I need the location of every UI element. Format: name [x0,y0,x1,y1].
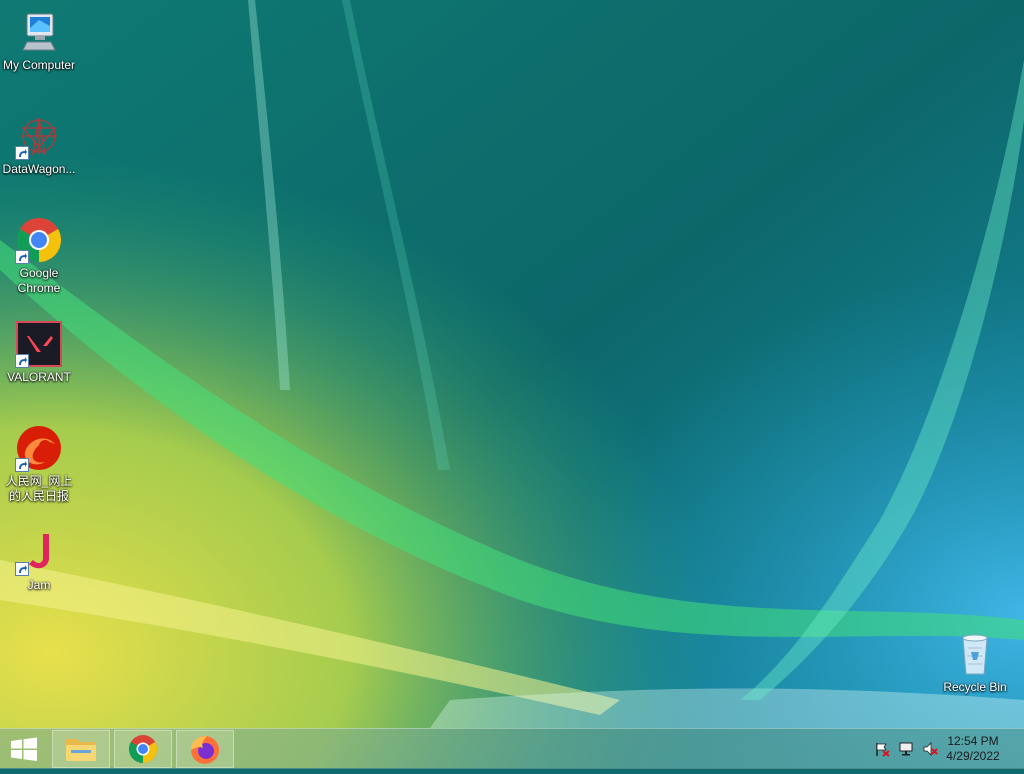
computer-icon [15,8,63,56]
desktop-wallpaper [0,0,1024,768]
desktop-icon-google-chrome[interactable]: Google Chrome [0,216,78,296]
jam-icon [15,528,63,576]
volume-muted-icon [923,742,938,756]
taskbar-button-firefox[interactable] [176,730,234,768]
taskbar: 12:54 PM 4/29/2022 [0,728,1024,769]
desktop-icon-label: VALORANT [7,370,71,384]
desktop-icon-datawagon[interactable]: DataWagon... [0,112,78,177]
tray-action-center[interactable] [874,741,890,757]
desktop-icon-label: Jam [27,578,51,592]
tray-volume[interactable] [922,741,938,757]
taskbar-button-file-explorer[interactable] [52,730,110,768]
desktop-icon-people-daily[interactable]: 人民网_网上的人民日报 [0,424,78,504]
people-daily-icon [15,424,63,472]
datawagon-icon [15,112,63,160]
valorant-icon [15,320,63,368]
desktop-icon-label: Google Chrome [17,266,61,295]
start-button[interactable] [0,729,48,769]
file-explorer-icon [66,739,96,761]
network-icon [899,742,913,756]
desktop-icon-label: DataWagon... [2,162,76,176]
clock-date: 4/29/2022 [946,749,1000,763]
shortcut-arrow-icon [15,250,29,264]
shortcut-arrow-icon [15,562,29,576]
clock-time: 12:54 PM [947,734,999,748]
taskbar-clock[interactable]: 12:54 PM 4/29/2022 [940,734,1006,764]
desktop-icon-label: 人民网_网上的人民日报 [5,474,73,503]
windows-logo-icon [11,737,37,761]
desktop-icon-valorant[interactable]: VALORANT [0,320,78,385]
desktop-icon-jam[interactable]: Jam [0,528,78,593]
shortcut-arrow-icon [15,146,29,160]
shortcut-arrow-icon [15,354,29,368]
action-center-flag-icon [876,743,890,757]
chrome-icon [15,216,63,264]
desktop-icon-recycle-bin[interactable]: Recycle Bin [936,630,1014,695]
desktop-icon-label: Recycle Bin [943,680,1007,694]
recycle-bin-icon [951,630,999,678]
tray-network[interactable] [898,741,914,757]
chrome-icon [129,735,157,763]
shortcut-arrow-icon [15,458,29,472]
desktop-icon-my-computer[interactable]: My Computer [0,8,78,73]
firefox-icon [191,736,219,764]
taskbar-button-chrome[interactable] [114,730,172,768]
desktop-icon-label: My Computer [2,58,76,72]
